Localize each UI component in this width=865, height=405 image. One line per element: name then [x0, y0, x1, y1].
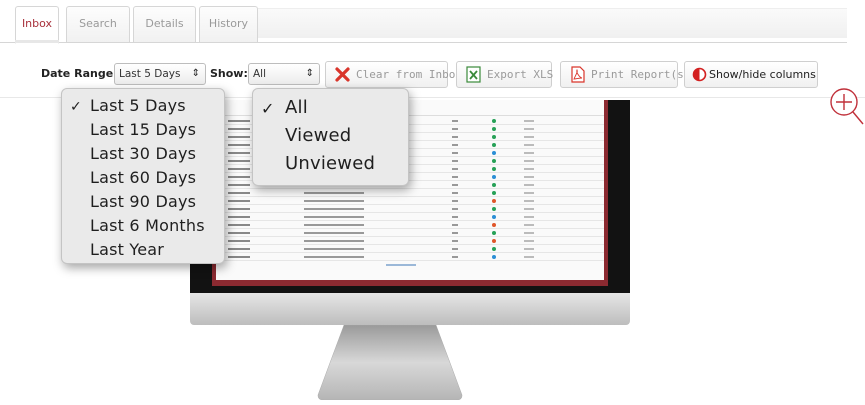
x-icon	[335, 67, 350, 82]
toolbar: Date Range: Last 5 Days ⇕ Show: All ⇕ Cl…	[0, 60, 865, 90]
pdf-icon	[571, 66, 585, 83]
checkmark-icon: ✓	[70, 99, 82, 115]
tab-label: Search	[79, 17, 117, 30]
tab-label: Inbox	[21, 17, 53, 30]
active-tab-underline	[15, 40, 59, 43]
monitor-stand	[317, 325, 463, 400]
date-range-option[interactable]: Last 15 Days	[90, 120, 196, 139]
date-range-menu: ✓ Last 5 Days Last 15 Days Last 30 Days …	[61, 88, 225, 264]
show-option[interactable]: Viewed	[285, 125, 351, 146]
show-select[interactable]: All ⇕	[248, 63, 320, 85]
show-option[interactable]: All	[285, 97, 308, 118]
show-menu: ✓ All Viewed Unviewed	[252, 88, 409, 186]
select-arrows-icon: ⇕	[305, 68, 314, 79]
show-hide-columns-button[interactable]: Show/hide columns	[684, 61, 818, 88]
print-reports-button[interactable]: Print Report(s)	[560, 61, 690, 88]
mini-row	[224, 238, 604, 245]
date-range-option[interactable]: Last 5 Days	[90, 96, 186, 115]
show-label: Show:	[210, 67, 248, 80]
mini-row	[224, 254, 604, 261]
screen-footer-link	[386, 264, 416, 266]
tab-label: History	[208, 17, 249, 30]
mini-row	[224, 206, 604, 213]
mini-row	[224, 222, 604, 229]
export-xls-button[interactable]: Export XLS	[456, 61, 554, 88]
mini-row	[224, 190, 604, 197]
half-circle-icon	[692, 67, 707, 82]
tab-inbox[interactable]: Inbox	[15, 6, 59, 44]
date-range-value: Last 5 Days	[119, 68, 181, 80]
select-arrows-icon: ⇕	[191, 68, 200, 79]
tab-strip-background	[258, 8, 847, 38]
mini-row	[224, 198, 604, 205]
clear-label: Clear from Inbox	[356, 68, 462, 81]
date-range-option[interactable]: Last 90 Days	[90, 192, 196, 211]
date-range-select[interactable]: Last 5 Days ⇕	[114, 63, 206, 85]
mini-row	[224, 230, 604, 237]
tab-history[interactable]: History	[199, 6, 258, 42]
mini-row	[224, 246, 604, 253]
date-range-option[interactable]: Last 6 Months	[90, 216, 205, 235]
export-label: Export XLS	[487, 68, 554, 81]
print-label: Print Report(s)	[591, 68, 691, 81]
date-range-label: Date Range:	[41, 67, 118, 80]
tab-bar: Inbox Search Details History	[0, 0, 865, 44]
date-range-option[interactable]: Last 30 Days	[90, 144, 196, 163]
tab-search[interactable]: Search	[66, 6, 130, 42]
tab-baseline	[0, 42, 847, 43]
zoom-in-icon[interactable]	[828, 86, 865, 126]
columns-label: Show/hide columns	[709, 68, 816, 81]
tab-label: Details	[145, 17, 184, 30]
date-range-option[interactable]: Last 60 Days	[90, 168, 196, 187]
excel-icon	[466, 66, 481, 83]
checkmark-icon: ✓	[261, 99, 275, 118]
monitor-chin	[190, 293, 630, 325]
tab-details[interactable]: Details	[133, 6, 196, 42]
show-option[interactable]: Unviewed	[285, 153, 375, 174]
date-range-option[interactable]: Last Year	[90, 240, 164, 259]
show-value: All	[253, 68, 267, 80]
clear-from-inbox-button[interactable]: Clear from Inbox	[325, 61, 462, 88]
mini-row	[224, 214, 604, 221]
